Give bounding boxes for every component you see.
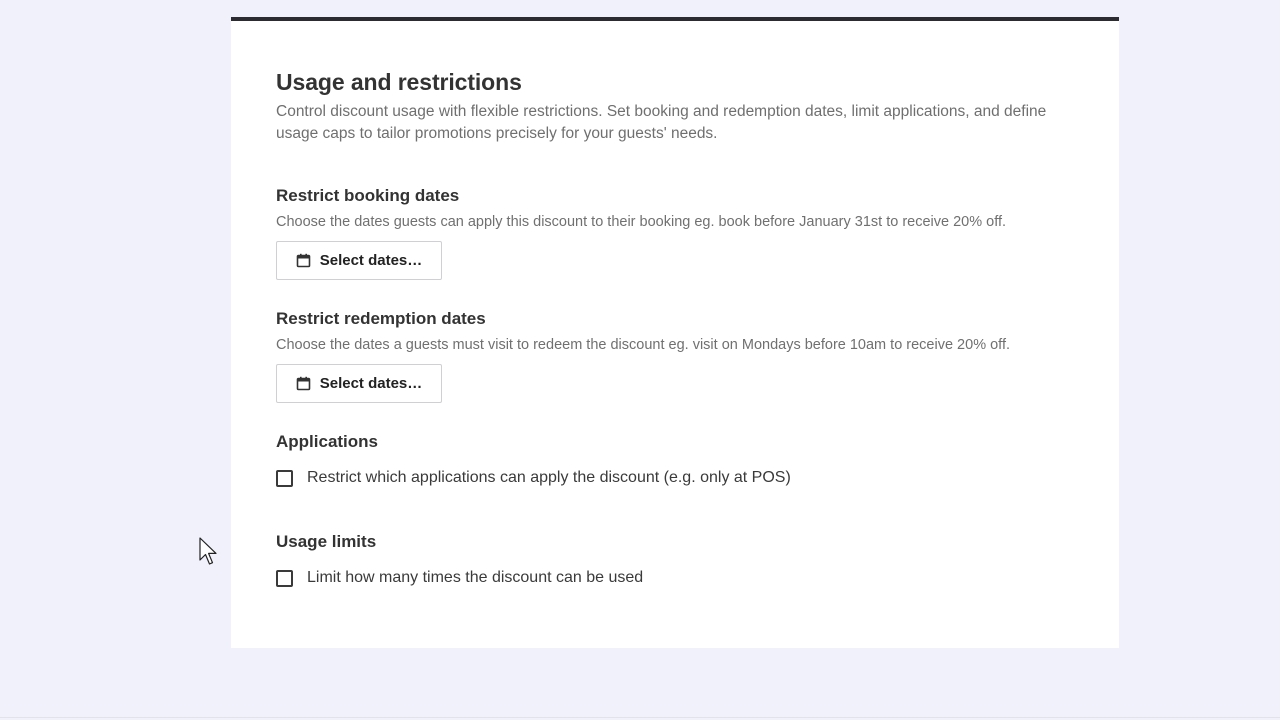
redemption-dates-description: Choose the dates a guests must visit to …: [276, 337, 1010, 353]
applications-title: Applications: [276, 432, 379, 451]
usage-limit-label[interactable]: Limit how many times the discount can be…: [307, 568, 643, 588]
applications-group: Applications Restrict which applications…: [276, 431, 1074, 488]
booking-dates-title: Restrict booking dates: [276, 186, 460, 205]
usage-limit-row[interactable]: Limit how many times the discount can be…: [276, 568, 1074, 588]
applications-restrict-label[interactable]: Restrict which applications can apply th…: [307, 468, 791, 488]
usage-restrictions-card: Usage and restrictions Control discount …: [231, 17, 1119, 648]
usage-limits-title: Usage limits: [276, 532, 377, 551]
page: Usage and restrictions Control discount …: [0, 0, 1280, 720]
section-title: Usage and restrictions: [276, 69, 522, 95]
section-description: Control discount usage with flexible res…: [276, 103, 1047, 142]
usage-limit-checkbox[interactable]: [276, 569, 293, 587]
applications-restrict-checkbox[interactable]: [276, 469, 293, 487]
usage-limits-group: Usage limits Limit how many times the di…: [276, 531, 1074, 588]
calendar-icon: [296, 253, 311, 268]
redemption-select-dates-label: Select dates…: [319, 375, 423, 392]
redemption-dates-group: Restrict redemption dates Choose the dat…: [276, 308, 1074, 403]
booking-select-dates-button[interactable]: Select dates…: [276, 241, 442, 280]
redemption-dates-title: Restrict redemption dates: [276, 309, 486, 328]
booking-select-dates-label: Select dates…: [319, 252, 423, 269]
booking-dates-group: Restrict booking dates Choose the dates …: [276, 185, 1074, 280]
mouse-cursor-icon: [199, 537, 219, 567]
applications-restrict-row[interactable]: Restrict which applications can apply th…: [276, 468, 1074, 488]
divider: [0, 717, 1280, 718]
booking-dates-description: Choose the dates guests can apply this d…: [276, 214, 1007, 230]
redemption-select-dates-button[interactable]: Select dates…: [276, 364, 442, 403]
calendar-icon: [296, 376, 311, 391]
